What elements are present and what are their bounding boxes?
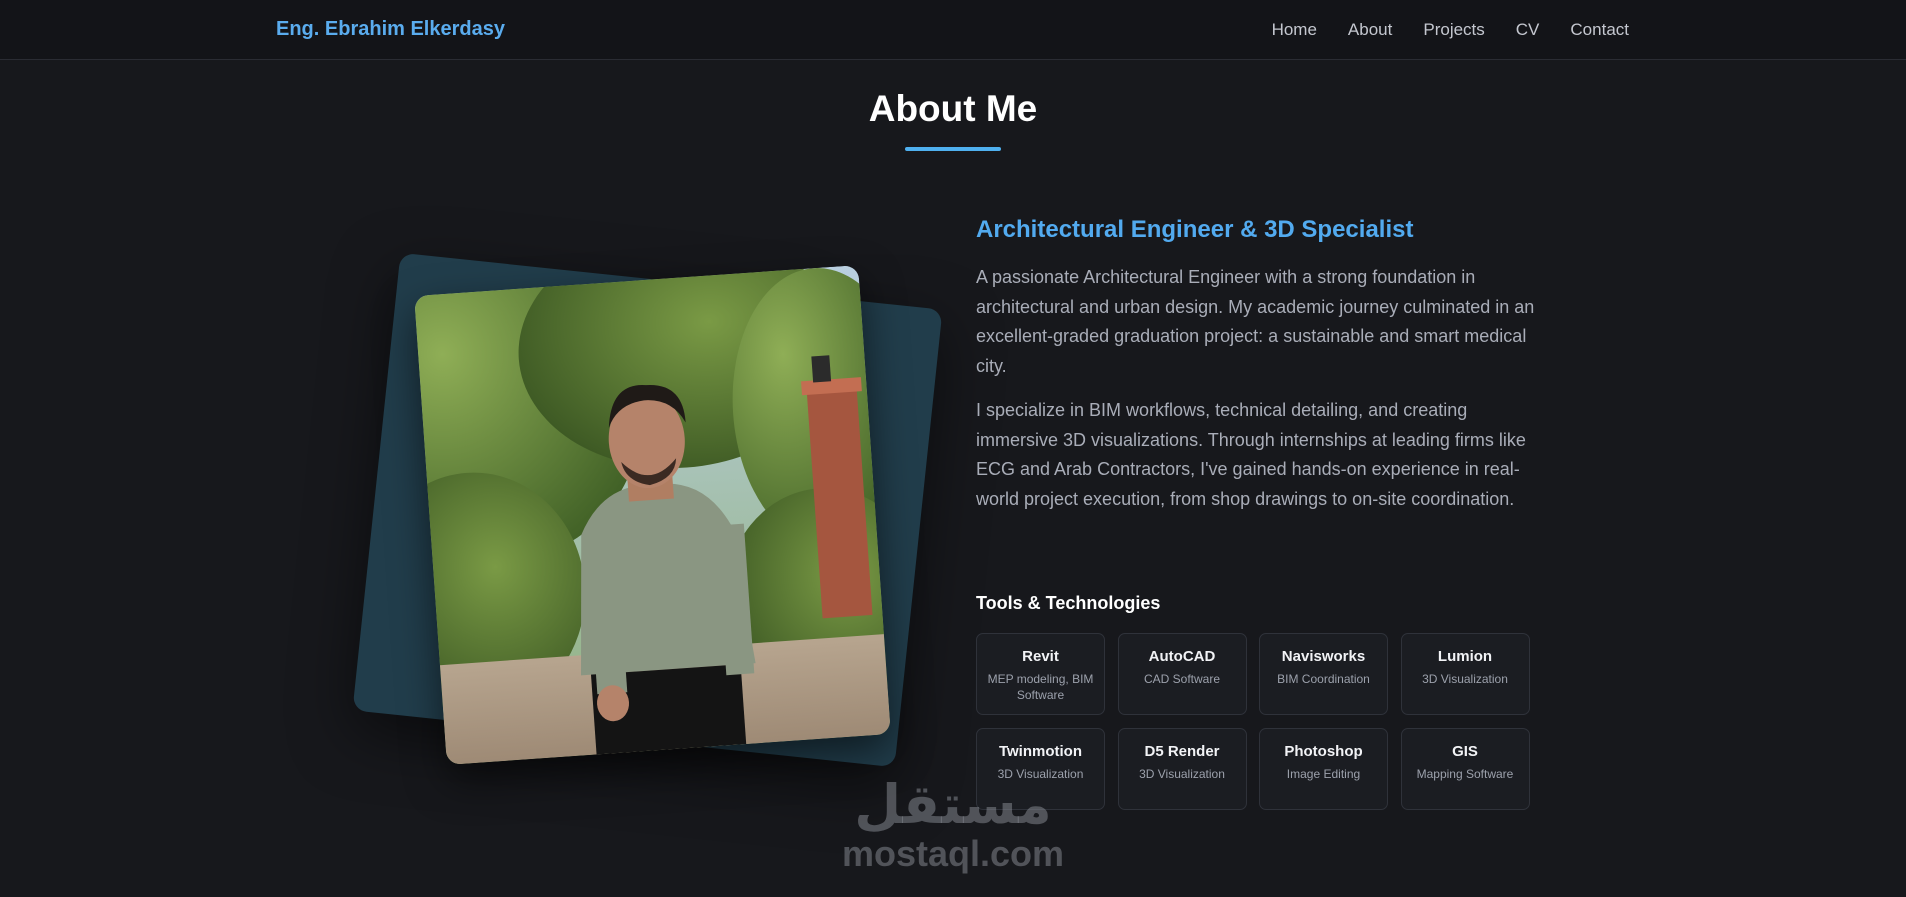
tool-description: BIM Coordination bbox=[1277, 672, 1370, 686]
tool-name: GIS bbox=[1452, 743, 1478, 760]
tool-card-lumion: Lumion 3D Visualization bbox=[1400, 633, 1530, 715]
tool-card-navisworks: Navisworks BIM Coordination bbox=[1259, 633, 1388, 715]
about-paragraph-2: I specialize in BIM workflows, technical… bbox=[976, 400, 1526, 509]
tool-name: Lumion bbox=[1437, 648, 1493, 665]
profile-photo-illustration bbox=[414, 265, 891, 765]
brand-link[interactable]: Eng. Ebrahim Elkerdasy bbox=[276, 18, 505, 41]
about-subtitle: Architectural Engineer & 3D Specialist bbox=[976, 216, 1414, 243]
nav-link-about[interactable]: About bbox=[1348, 20, 1392, 40]
tool-description: Image Editing bbox=[1286, 767, 1361, 781]
tool-description: Mapping Software bbox=[1416, 767, 1514, 781]
nav-link-contact[interactable]: Contact bbox=[1570, 20, 1629, 40]
navbar: Eng. Ebrahim Elkerdasy Home About Projec… bbox=[0, 0, 1906, 60]
about-paragraph-1: A passionate Architectural Engineer with… bbox=[976, 267, 1535, 376]
tool-description: MEP modeling, BIM Software bbox=[987, 672, 1094, 702]
tool-card-d5-render: D5 Render 3D Visualization bbox=[1117, 728, 1247, 810]
profile-photo bbox=[414, 265, 891, 765]
watermark: مستقل mostaql.com bbox=[836, 775, 1070, 873]
tool-description: 3D Visualization bbox=[1422, 672, 1508, 686]
tool-name: Navisworks bbox=[1281, 648, 1366, 665]
tool-description: CAD Software bbox=[1143, 672, 1221, 686]
nav-link-cv[interactable]: CV bbox=[1516, 20, 1540, 40]
title-underline bbox=[905, 147, 1001, 151]
tools-heading: Tools & Technologies bbox=[976, 593, 1161, 613]
tool-card-revit: Revit MEP modeling, BIM Software bbox=[976, 633, 1105, 715]
tool-card-photoshop: Photoshop Image Editing bbox=[1259, 728, 1388, 810]
tool-description: 3D Visualization bbox=[1139, 767, 1225, 781]
tool-name: Revit bbox=[1022, 648, 1059, 665]
nav-link-home[interactable]: Home bbox=[1272, 20, 1317, 40]
tool-card-gis: GIS Mapping Software bbox=[1400, 728, 1530, 810]
tool-name: Photoshop bbox=[1284, 743, 1363, 760]
nav-links: Home About Projects CV Contact bbox=[1272, 20, 1629, 40]
section-title: About Me bbox=[868, 88, 1038, 129]
tool-name: AutoCAD bbox=[1148, 648, 1216, 665]
tool-card-autocad: AutoCAD CAD Software bbox=[1117, 633, 1247, 715]
tool-name: D5 Render bbox=[1144, 743, 1220, 760]
nav-link-projects[interactable]: Projects bbox=[1423, 20, 1484, 40]
watermark-latin: mostaql.com bbox=[841, 833, 1065, 874]
tool-name: Twinmotion bbox=[998, 743, 1083, 760]
watermark-arabic: مستقل bbox=[854, 775, 1052, 835]
